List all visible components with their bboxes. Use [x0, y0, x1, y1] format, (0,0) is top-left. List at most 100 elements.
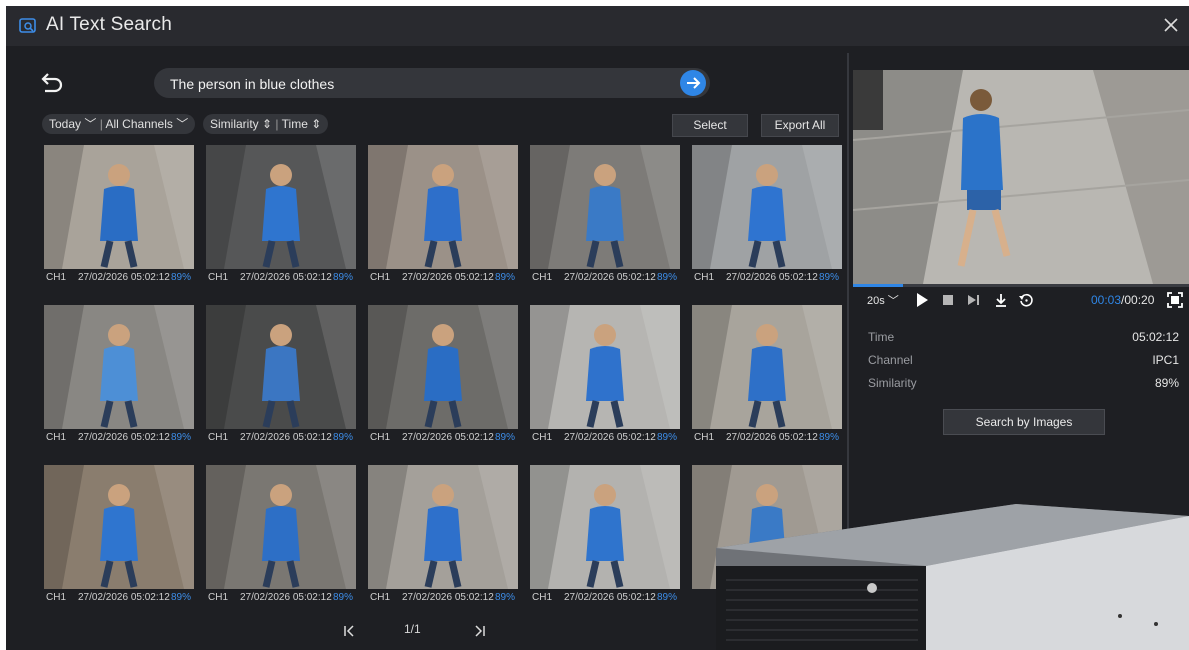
result-timestamp: 27/02/2026 05:02:12: [240, 432, 332, 443]
result-similarity: 89%: [332, 272, 353, 283]
result-similarity: 89%: [818, 272, 839, 283]
clip-length-label: 20s: [867, 295, 885, 307]
playback-progress[interactable]: [853, 284, 1189, 287]
street-scene-image: [853, 70, 1189, 284]
result-image: [692, 305, 842, 429]
result-channel: CH1: [46, 272, 67, 283]
close-icon[interactable]: [1161, 15, 1181, 35]
export-all-button[interactable]: Export All: [761, 114, 839, 137]
result-channel: CH1: [46, 432, 67, 443]
similarity-value: 89%: [1154, 376, 1179, 390]
sort-similarity-label: Similarity: [210, 117, 259, 131]
result-similarity: 89%: [332, 592, 353, 603]
channel-value: IPC1: [1152, 353, 1179, 367]
title-bar: AI Text Search: [6, 6, 1189, 46]
result-image: [368, 305, 518, 429]
fullscreen-icon[interactable]: [1167, 290, 1183, 310]
result-thumbnail[interactable]: CH1 27/02/2026 05:02:12 89%: [368, 305, 518, 447]
result-caption: CH1 27/02/2026 05:02:12 89%: [530, 429, 680, 447]
video-preview[interactable]: [853, 70, 1189, 284]
time-label: Time: [868, 330, 895, 344]
result-caption: CH1 27/02/2026 05:02:12 89%: [44, 269, 194, 287]
result-thumbnail[interactable]: CH1 27/02/2026 05:02:12 89%: [692, 305, 842, 447]
result-thumbnail[interactable]: CH1 27/02/2026 05:02:12 89%: [692, 145, 842, 287]
back-arrow-icon[interactable]: [40, 72, 64, 94]
result-image: [206, 305, 356, 429]
result-thumbnail[interactable]: CH1 27/02/2026 05:02:12 89%: [206, 465, 356, 607]
result-caption: CH1 27/02/2026 05:02:12 89%: [368, 429, 518, 447]
result-thumbnail[interactable]: CH1 27/02/2026 05:02:12 89%: [206, 305, 356, 447]
page-indicator: 1/1: [404, 622, 421, 636]
play-icon[interactable]: [915, 290, 929, 310]
result-image: [206, 465, 356, 589]
result-similarity: 89%: [494, 592, 515, 603]
channel-filter[interactable]: All Channels ﹀: [106, 117, 189, 131]
image-search-icon: [19, 18, 36, 33]
result-thumbnail[interactable]: CH1 27/02/2026 05:02:12 89%: [44, 145, 194, 287]
result-similarity: 89%: [818, 432, 839, 443]
result-image: [530, 145, 680, 269]
result-channel: CH1: [46, 592, 67, 603]
result-timestamp: 27/02/2026 05:02:12: [402, 432, 494, 443]
rewind-history-icon[interactable]: [1018, 290, 1034, 310]
sort-by-time[interactable]: Time ⇕: [282, 117, 322, 131]
result-timestamp: 27/02/2026 05:02:12: [726, 272, 818, 283]
result-similarity: 89%: [494, 272, 515, 283]
result-thumbnail[interactable]: CH1 27/02/2026 05:02:12 89%: [44, 305, 194, 447]
channel-filter-label: All Channels: [105, 117, 173, 131]
search-input[interactable]: [168, 72, 672, 96]
result-timestamp: 27/02/2026 05:02:12: [78, 272, 170, 283]
last-page-icon[interactable]: [473, 624, 487, 638]
search-by-images-button[interactable]: Search by Images: [943, 409, 1105, 435]
result-thumbnail[interactable]: CH1 27/02/2026 05:02:12 89%: [368, 465, 518, 607]
next-frame-icon[interactable]: [966, 290, 982, 310]
clip-length-select[interactable]: 20s ﹀: [867, 292, 899, 312]
nvr-device-image: [716, 504, 1189, 650]
playback-progress-fill: [853, 284, 904, 287]
result-caption: CH1 27/02/2026 05:02:12 89%: [530, 589, 680, 607]
result-caption: CH1 27/02/2026 05:02:12 89%: [692, 269, 842, 287]
search-bar: [154, 68, 710, 98]
result-caption: CH1 27/02/2026 05:02:12 89%: [692, 429, 842, 447]
result-timestamp: 27/02/2026 05:02:12: [726, 432, 818, 443]
result-caption: CH1 27/02/2026 05:02:12 89%: [44, 589, 194, 607]
result-image: [44, 145, 194, 269]
result-channel: CH1: [208, 592, 229, 603]
result-image: [368, 145, 518, 269]
result-similarity: 89%: [170, 432, 191, 443]
result-similarity: 89%: [656, 272, 677, 283]
result-timestamp: 27/02/2026 05:02:12: [78, 432, 170, 443]
result-image: [44, 305, 194, 429]
result-similarity: 89%: [170, 592, 191, 603]
stop-icon[interactable]: [942, 290, 954, 310]
result-thumbnail[interactable]: CH1 27/02/2026 05:02:12 89%: [530, 465, 680, 607]
result-thumbnail[interactable]: CH1 27/02/2026 05:02:12 89%: [530, 145, 680, 287]
date-filter[interactable]: Today ﹀: [49, 117, 96, 131]
result-thumbnail[interactable]: CH1 27/02/2026 05:02:12 89%: [206, 145, 356, 287]
result-channel: CH1: [532, 272, 553, 283]
playback-time: 00:03/00:20: [1091, 293, 1154, 313]
download-icon[interactable]: [993, 290, 1009, 310]
window-title: AI Text Search: [46, 14, 173, 35]
result-caption: CH1 27/02/2026 05:02:12 89%: [206, 429, 356, 447]
first-page-icon[interactable]: [342, 624, 356, 638]
sort-controls: Similarity ⇕ | Time ⇕: [203, 114, 329, 134]
result-thumbnail[interactable]: CH1 27/02/2026 05:02:12 89%: [368, 145, 518, 287]
sort-time-label: Time: [281, 117, 308, 131]
result-channel: CH1: [532, 592, 553, 603]
sort-by-similarity[interactable]: Similarity ⇕: [210, 117, 272, 131]
result-caption: CH1 27/02/2026 05:02:12 89%: [368, 269, 518, 287]
result-similarity: 89%: [170, 272, 191, 283]
result-timestamp: 27/02/2026 05:02:12: [402, 272, 494, 283]
result-timestamp: 27/02/2026 05:02:12: [564, 592, 656, 603]
result-channel: CH1: [694, 432, 715, 443]
select-button[interactable]: Select: [672, 114, 748, 137]
result-thumbnail[interactable]: CH1 27/02/2026 05:02:12 89%: [530, 305, 680, 447]
search-submit-button[interactable]: [680, 70, 706, 96]
result-thumbnail[interactable]: CH1 27/02/2026 05:02:12 89%: [44, 465, 194, 607]
result-timestamp: 27/02/2026 05:02:12: [78, 592, 170, 603]
result-channel: CH1: [208, 272, 229, 283]
result-channel: CH1: [370, 592, 391, 603]
result-timestamp: 27/02/2026 05:02:12: [564, 432, 656, 443]
result-timestamp: 27/02/2026 05:02:12: [240, 592, 332, 603]
